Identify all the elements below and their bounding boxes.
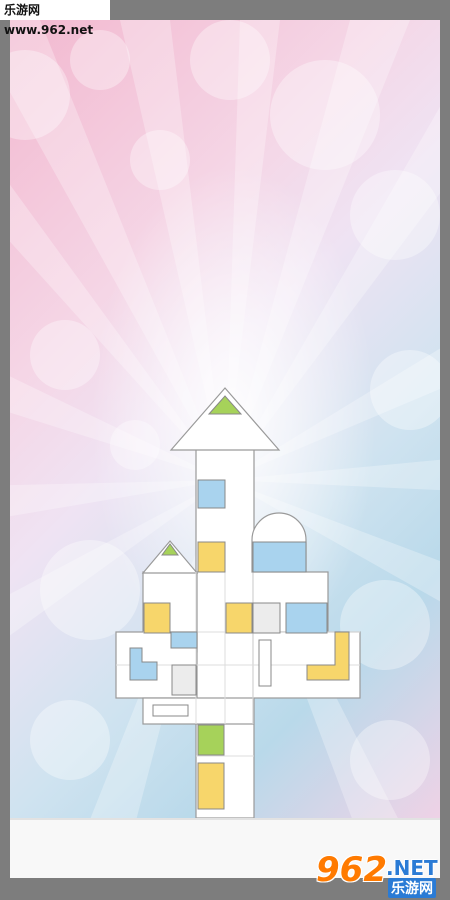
block-gray-small[interactable] [171,664,197,696]
watermark-logo: 962 .NET 乐游网 [310,848,450,900]
block-blue-strip[interactable] [170,631,198,649]
block-yellow-mid[interactable] [225,602,253,634]
watermark-bottom: 962 .NET 乐游网 [310,848,450,900]
watermark-number: 962 [316,850,387,890]
block-blue-right[interactable] [285,602,328,634]
block-blue-arch-fill[interactable] [252,541,307,573]
block-yellow-left[interactable] [143,602,171,634]
watermark-top: 乐游网 www.962.net [0,0,110,37]
block-castle [115,387,361,819]
block-thin-pillar[interactable] [258,639,272,687]
block-yellow-square[interactable] [197,541,226,573]
block-thin-plank[interactable] [152,704,189,717]
block-blue-square[interactable] [197,479,226,509]
game-screen [10,20,440,878]
block-green-square[interactable] [197,724,225,756]
block-gray-square[interactable] [252,602,281,634]
block-yellow-bottom[interactable] [197,762,225,810]
watermark-suffix: .NET [386,856,438,880]
watermark-cn: 乐游网 [388,878,436,898]
